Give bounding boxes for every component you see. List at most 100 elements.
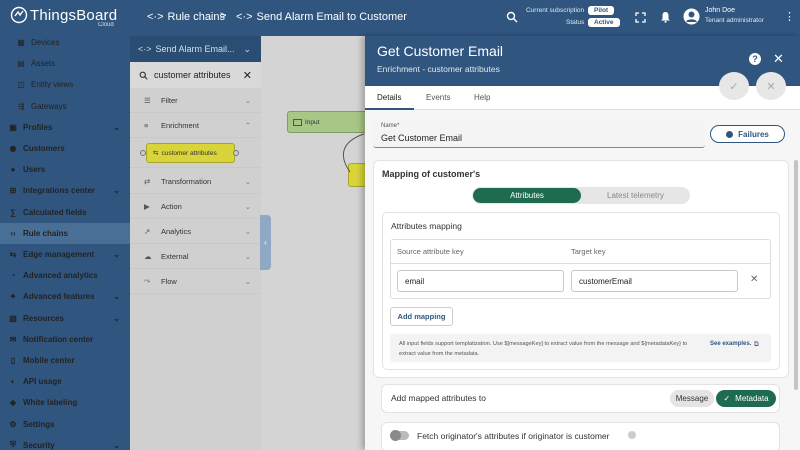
assets-icon: ▤ xyxy=(17,59,25,69)
rule-chains-icon: <·> xyxy=(147,11,164,23)
clear-search-icon[interactable]: ✕ xyxy=(243,69,252,82)
sidebar-item-label: Customers xyxy=(23,144,65,153)
fullscreen-icon[interactable] xyxy=(635,12,646,23)
sidebar-item-gateways[interactable]: ⇶ Gateways xyxy=(0,96,130,117)
sidebar-item-label: Resources xyxy=(23,313,64,323)
sidebar-item-devices[interactable]: ▦ Devices xyxy=(0,32,130,53)
add-mapping-button[interactable]: Add mapping xyxy=(390,307,453,326)
canvas-node-input[interactable]: Input xyxy=(287,111,367,133)
category-transformation[interactable]: ⇄ Transformation ⌄ xyxy=(130,169,261,194)
enrichment-icon: ≡ xyxy=(144,120,149,130)
category-analytics[interactable]: ↗ Analytics ⌄ xyxy=(130,219,261,244)
hint-text: All input fields support templatization.… xyxy=(399,341,688,357)
sidebar-item-label: Gateways xyxy=(31,101,67,111)
mapping-title: Mapping of customer's xyxy=(382,169,481,179)
drawer-subtitle: Enrichment - customer attributes xyxy=(377,64,500,74)
notifications-bell-icon[interactable] xyxy=(660,11,671,23)
sidebar-item-resources[interactable]: ▧ Resources ⌄ xyxy=(0,308,130,329)
sidebar-item-label: Integrations center xyxy=(23,186,96,196)
chevron-down-icon: ⌄ xyxy=(244,276,251,286)
breadcrumb-current: <·> Send Alarm Email to Customer xyxy=(236,11,407,23)
category-flow[interactable]: ⤳ Flow ⌄ xyxy=(130,269,261,294)
sidebar-item-assets[interactable]: ▤ Assets xyxy=(0,53,130,74)
sidebar-item-settings[interactable]: ⚙ Settings xyxy=(0,414,130,435)
sidebar-item-label: API usage xyxy=(23,377,62,387)
user-name: John Doe xyxy=(705,7,735,14)
category-filter[interactable]: ☰ Filter ⌄ xyxy=(130,88,261,113)
sidebar-item-notification-center[interactable]: ✉ Notification center xyxy=(0,329,130,350)
customers-icon: ◉ xyxy=(9,144,17,153)
discard-button[interactable]: ✕ xyxy=(756,72,786,100)
calculated-fields-icon: ∑ xyxy=(10,207,16,217)
sidebar-item-rule-chains[interactable]: ‹› Rule chains xyxy=(0,222,130,244)
white-labeling-icon: ◈ xyxy=(9,398,17,408)
help-icon[interactable]: ? xyxy=(749,53,761,65)
sidebar-item-white-labeling[interactable]: ◈ White labeling xyxy=(0,392,130,413)
sidebar-item-advanced-features[interactable]: ✦ Advanced features ⌄ xyxy=(0,286,130,307)
sidebar-item-edge-management[interactable]: ⇆ Edge management ⌄ xyxy=(0,244,130,265)
sidebar-item-label: Edge management xyxy=(23,250,95,259)
tab-help[interactable]: Help xyxy=(474,93,490,102)
active-tab-indicator xyxy=(365,108,414,110)
sidebar-item-integrations-center[interactable]: ⊞ Integrations center ⌄ xyxy=(0,180,130,201)
entity-views-icon: ◫ xyxy=(17,80,25,90)
name-field[interactable]: Name* Get Customer Email xyxy=(373,119,705,148)
sidebar-item-entity-views[interactable]: ◫ Entity views xyxy=(0,74,130,95)
chevron-down-icon: ⌄ xyxy=(244,95,251,105)
sidebar-item-customers[interactable]: ◉ Customers xyxy=(0,138,130,159)
name-field-label: Name* xyxy=(381,123,400,129)
more-menu-icon[interactable]: ⋮ xyxy=(784,10,795,23)
see-examples-link[interactable]: See examples. xyxy=(710,341,751,347)
switch-thumb xyxy=(390,430,401,441)
collapse-palette-handle[interactable]: ‹ xyxy=(260,215,271,270)
source-key-input[interactable]: email xyxy=(397,270,564,292)
fetch-originator-label: Fetch originator's attributes if origina… xyxy=(417,431,610,441)
drawer-scrollbar[interactable] xyxy=(794,160,798,390)
sidebar-item-calculated-fields[interactable]: ∑ Calculated fields xyxy=(0,202,130,223)
breadcrumb-rule-chains[interactable]: <·> Rule chains xyxy=(147,11,225,23)
chevron-down-icon[interactable]: ⌄ xyxy=(243,44,251,55)
filter-icon: ☰ xyxy=(144,95,151,105)
profiles-icon: ▣ xyxy=(9,122,17,132)
breadcrumb-separator-icon: > xyxy=(220,10,227,22)
sidebar-item-users[interactable]: ● Users xyxy=(0,159,130,180)
category-enrichment[interactable]: ≡ Enrichment ⌃ xyxy=(130,113,261,138)
thingsboard-logo-icon xyxy=(10,6,28,24)
category-action[interactable]: ▶ Action ⌄ xyxy=(130,194,261,219)
sidebar-item-mobile-center[interactable]: ▯ Mobile center xyxy=(0,350,130,371)
search-icon[interactable] xyxy=(506,11,518,23)
close-icon[interactable]: ✕ xyxy=(773,51,784,67)
category-external[interactable]: ☁ External ⌄ xyxy=(130,244,261,269)
toggle-attributes[interactable]: Attributes xyxy=(473,188,581,203)
sidebar-item-api-usage[interactable]: ◐ API usage xyxy=(0,371,130,392)
apply-button[interactable]: ✓ xyxy=(719,72,749,100)
sidebar-item-label: Calculated fields xyxy=(23,207,87,217)
chevron-down-icon: ⌄ xyxy=(244,201,251,211)
settings-icon: ⚙ xyxy=(9,419,17,429)
analytics-icon: ◔ xyxy=(10,271,16,281)
tab-events[interactable]: Events xyxy=(426,93,450,102)
palette-node-customer-attributes[interactable]: ⇆ customer attributes xyxy=(146,143,235,163)
chevron-down-icon: ⌄ xyxy=(113,186,120,196)
option-message[interactable]: Message xyxy=(670,390,714,407)
user-role: Tenant administrator xyxy=(705,17,764,24)
subscription-badge[interactable]: Pilot xyxy=(588,6,615,15)
notification-icon: ✉ xyxy=(9,334,17,344)
status-badge: Active xyxy=(588,18,620,27)
canvas-connection-line xyxy=(343,133,365,173)
remove-mapping-icon[interactable]: ✕ xyxy=(750,274,758,285)
sidebar-item-label: Advanced analytics xyxy=(23,271,98,281)
chevron-down-icon: ⌄ xyxy=(244,251,251,261)
palette-search-input[interactable]: customer attributes xyxy=(154,70,231,80)
failures-button[interactable]: Failures xyxy=(710,125,785,143)
user-avatar-icon[interactable] xyxy=(683,8,700,25)
sidebar-item-profiles[interactable]: ▣ Profiles ⌄ xyxy=(0,117,130,138)
sidebar-item-security[interactable]: ⛨ Security ⌄ xyxy=(0,435,130,450)
target-key-input[interactable]: customerEmail xyxy=(571,270,738,292)
option-metadata[interactable]: ✓ Metadata xyxy=(716,390,776,407)
external-icon: ☁ xyxy=(144,251,152,261)
toggle-latest-telemetry[interactable]: Latest telemetry xyxy=(582,188,689,203)
tab-details[interactable]: Details xyxy=(377,93,401,102)
sidebar-item-advanced-analytics[interactable]: ◔ Advanced analytics xyxy=(0,265,130,286)
sidebar-item-label: Rule chains xyxy=(23,228,68,238)
